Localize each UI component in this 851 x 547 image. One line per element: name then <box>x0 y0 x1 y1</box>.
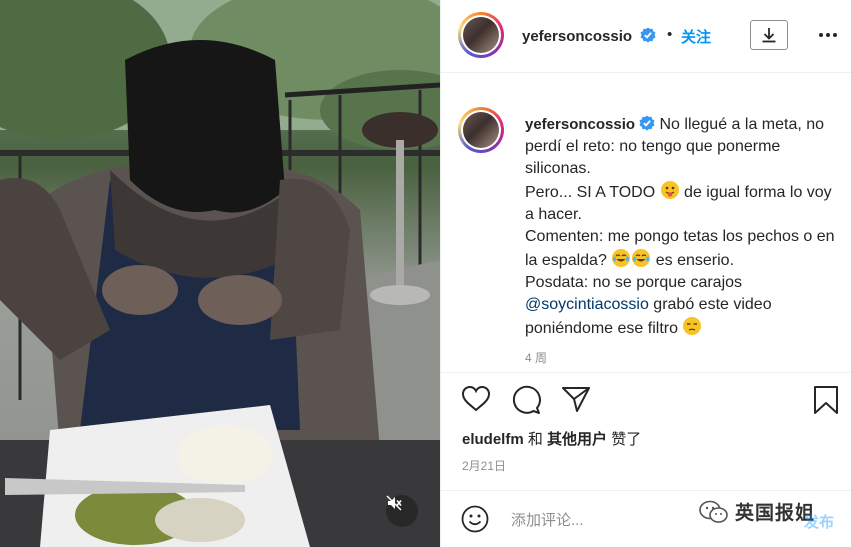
author-avatar[interactable] <box>458 12 504 58</box>
post-actions-bar <box>441 373 851 427</box>
post-date[interactable]: 2月21日 <box>462 457 506 474</box>
tongue-out-emoji-icon <box>660 181 679 199</box>
header-separator: • <box>667 26 673 43</box>
wechat-logo-icon <box>699 500 728 523</box>
liker-username-link[interactable]: eludelfm <box>462 431 524 448</box>
mute-toggle-button[interactable] <box>386 495 418 527</box>
verified-badge-icon <box>640 27 656 43</box>
comment-button[interactable] <box>511 385 541 420</box>
post-media-video[interactable] <box>0 0 440 547</box>
follow-button[interactable]: 关注 <box>681 26 711 47</box>
likes-suffix: 赞了 <box>611 431 642 448</box>
author-username-link[interactable]: yefersoncossio <box>522 27 656 45</box>
download-icon <box>762 28 776 43</box>
caption-author-avatar[interactable] <box>458 107 504 153</box>
share-button[interactable] <box>561 385 591 418</box>
caption-username-link[interactable]: yefersoncossio <box>525 116 635 133</box>
more-options-icon <box>819 33 837 37</box>
verified-badge-icon <box>639 115 655 131</box>
watermark-text: 英国报姐 <box>735 503 816 524</box>
publish-comment-button[interactable]: 发布 <box>804 511 834 532</box>
caption-section: yefersoncossio No llegué a la meta, no p… <box>441 73 851 373</box>
muted-speaker-icon <box>386 495 402 511</box>
save-button[interactable] <box>813 385 839 420</box>
caption-line-4: Posdata: no se porque carajos <box>525 274 743 291</box>
bookmark-icon <box>814 386 838 414</box>
comment-icon <box>512 385 541 414</box>
emoji-smile-icon <box>461 505 489 533</box>
caption-text: yefersoncossio No llegué a la meta, no p… <box>525 114 835 340</box>
post-header: yefersoncossio • 关注 <box>441 0 851 73</box>
likes-summary: eludelfm 和 其他用户 赞了 <box>462 428 641 449</box>
caption-line-3b: es enserio. <box>655 252 735 269</box>
like-button[interactable] <box>461 385 491 418</box>
download-button[interactable] <box>750 20 788 50</box>
emoji-picker-button[interactable] <box>461 505 489 538</box>
video-frame-illustration <box>0 0 440 547</box>
caption-line-2a: Pero... SI A TODO <box>525 184 656 201</box>
comment-input[interactable] <box>509 508 713 532</box>
watermark: 英国报姐 <box>699 498 815 525</box>
likes-conjunction: 和 <box>527 431 543 448</box>
unamused-face-emoji-icon <box>683 317 702 335</box>
other-likers-link[interactable]: 其他用户 <box>547 431 607 448</box>
tears-of-joy-emoji-icon <box>632 249 651 267</box>
mention-link[interactable]: @soycintiacossio <box>525 296 649 313</box>
more-options-button[interactable] <box>817 24 839 51</box>
share-paper-plane-icon <box>562 387 590 412</box>
post-details-panel: yefersoncossio • 关注 yefersoncossio No ll… <box>440 0 851 547</box>
tears-of-joy-emoji-icon <box>612 249 631 267</box>
caption-time-ago[interactable]: 4 周 <box>525 349 547 366</box>
heart-icon <box>461 385 491 412</box>
